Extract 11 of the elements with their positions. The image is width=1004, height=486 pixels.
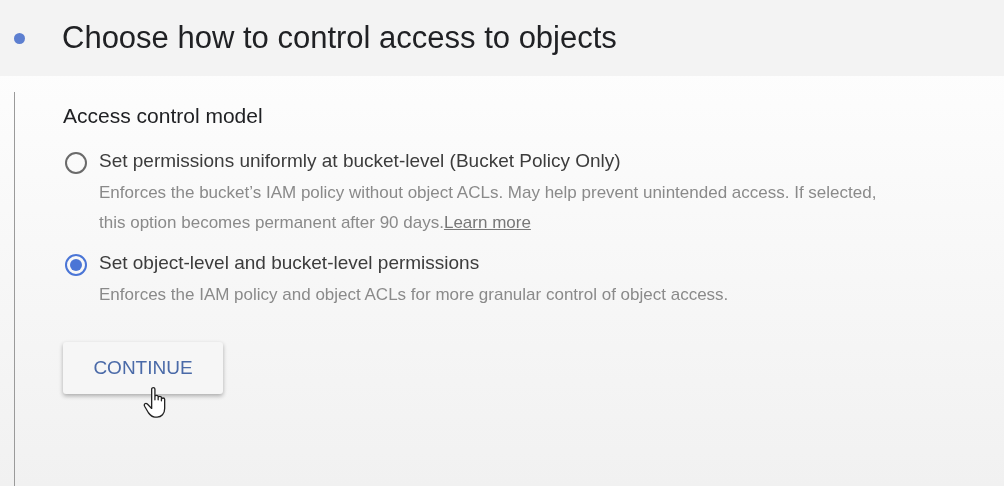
- option-description: Enforces the IAM policy and object ACLs for more granular control of object access.: [99, 284, 730, 306]
- learn-more-link[interactable]: Learn more: [443, 213, 531, 232]
- option-description: Enforces the bucket’s IAM policy without object ACLs. May help prevent unintended access. If selected, this option becomes permanent after 90 days.Learn more: [99, 182, 878, 234]
- step-title: Choose how to control access to objects: [62, 20, 617, 56]
- option-label: Set object-level and bucket-level permissions: [99, 252, 481, 274]
- radio-button[interactable]: [65, 152, 87, 174]
- section-title: Access control model: [63, 103, 264, 128]
- step-dot-icon: [14, 32, 25, 44]
- option-label: Set permissions uniformly at bucket-level (Bucket Policy Only): [99, 150, 622, 172]
- continue-button[interactable]: CONTINUE: [63, 342, 223, 394]
- radio-button[interactable]: [65, 254, 87, 276]
